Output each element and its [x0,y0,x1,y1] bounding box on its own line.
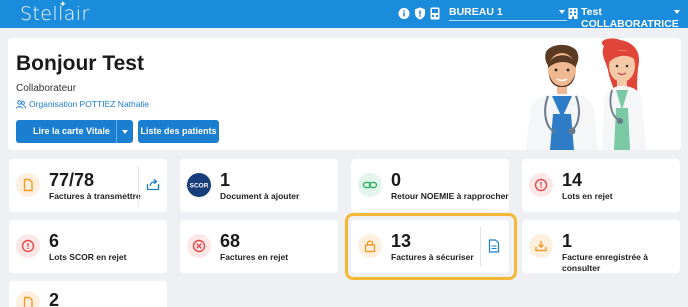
document-icon [16,173,40,197]
user-menu[interactable]: Test COLLABORATRICE [581,6,681,30]
highlight-frame [345,213,517,280]
user-role: Collaborateur [16,83,77,94]
transmit-button[interactable] [138,166,167,206]
welcome-panel: Bonjour Test Collaborateur Organisation … [8,38,681,150]
alert-circle-icon [16,234,40,258]
shield-icon[interactable] [414,7,426,20]
card-documents[interactable]: 2 [9,281,167,307]
card-rejected-batches[interactable]: 14 Lots en rejet [522,159,680,212]
card-reader-icon[interactable] [430,7,440,20]
read-vitale-card-button[interactable]: Lire la carte Vitale [16,120,133,143]
document-icon [16,291,40,307]
card-documents-to-add[interactable]: SCOR 1 Document à ajouter [180,159,338,212]
read-card-options-toggle[interactable] [116,120,133,143]
card-invoices-to-transmit[interactable]: 77/78 Factures à transmettre [9,159,167,212]
chevron-down-icon [559,10,565,14]
workspace-underline [449,20,567,21]
info-icon[interactable] [398,7,410,20]
top-bar: Stellair ✦ BUREAU 1 Test COLLABORATRICE [0,0,688,30]
link-icon [358,173,382,197]
chevron-down-icon [122,130,128,134]
svg-text:SCOR: SCOR [190,183,209,190]
download-icon [529,234,553,258]
users-icon [16,100,26,109]
scor-logo: SCOR [187,173,211,197]
patients-list-button[interactable]: Liste des patients [138,120,219,143]
stellair-logo[interactable]: Stellair ✦ [20,0,90,25]
organisation-link[interactable]: Organisation POTTIEZ Nathalie [16,99,149,109]
close-circle-icon [187,234,211,258]
chevron-down-icon [674,10,680,14]
greeting-title: Bonjour Test [16,52,144,75]
building-icon [568,8,578,20]
card-rejected-invoices[interactable]: 68 Factures en rejet [180,220,338,273]
card-rejected-scor-batches[interactable]: 6 Lots SCOR en rejet [9,220,167,273]
card-noemie-returns[interactable]: 0 Retour NOEMIE à rapprocher [351,159,509,212]
alert-circle-icon [529,173,553,197]
doctors-illustration [526,38,646,150]
card-saved-invoice[interactable]: 1 Facture enregistrée à consulter [522,220,680,273]
sparkle-icon: ✦ [59,0,67,10]
share-icon [146,178,160,191]
